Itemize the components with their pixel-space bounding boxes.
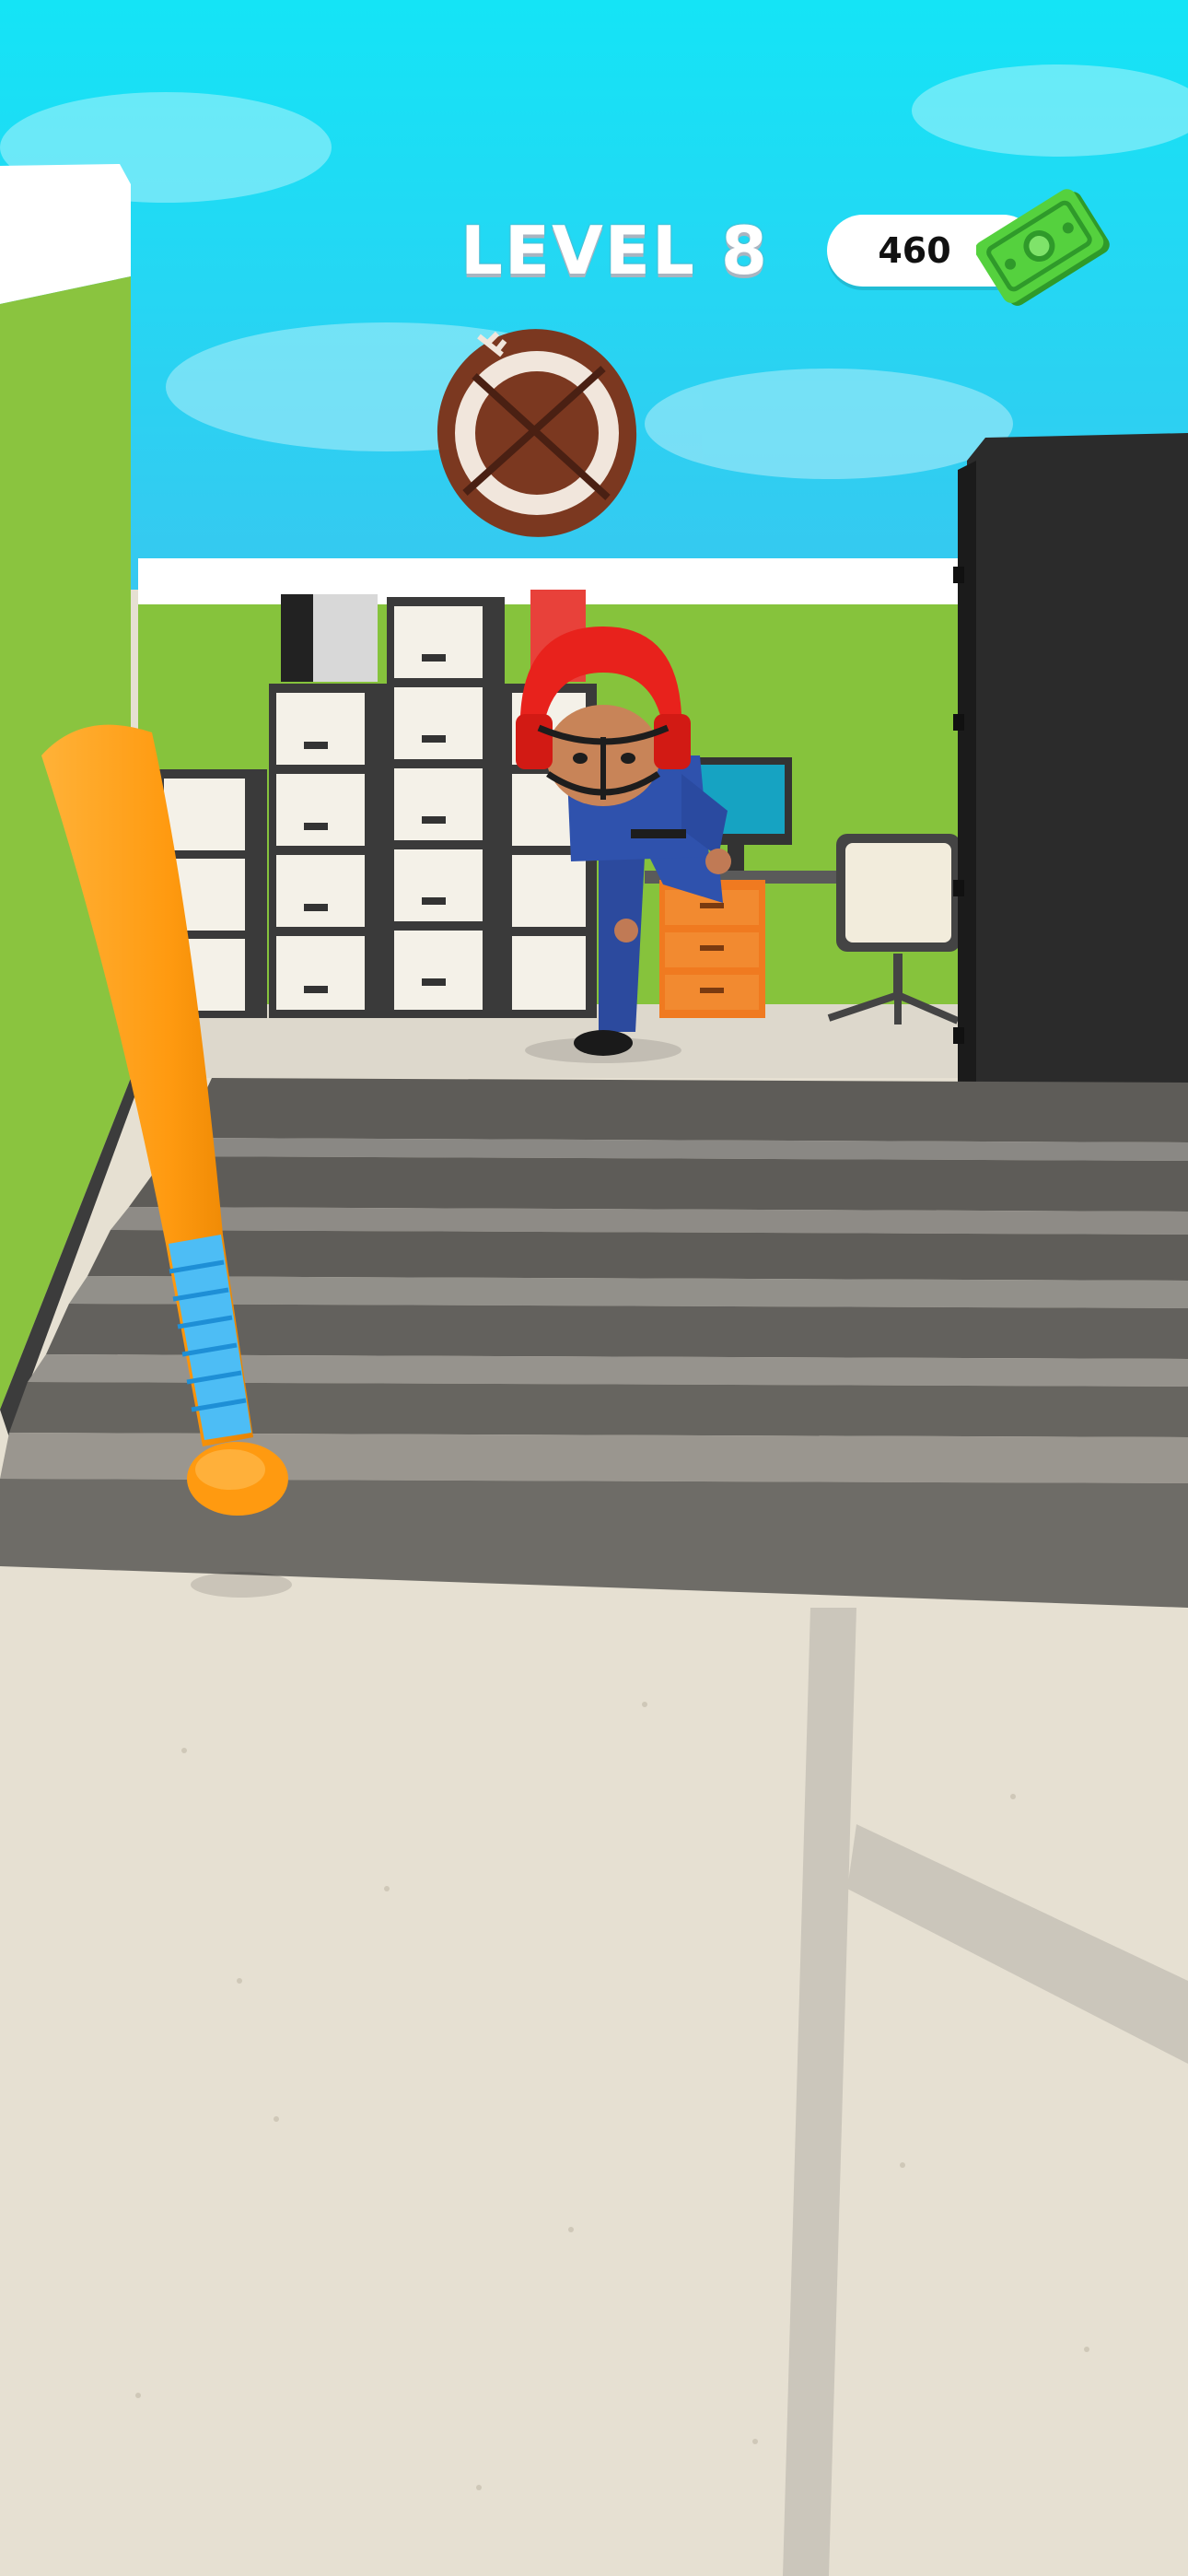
level-indicator: LEVEL 8 <box>460 212 770 289</box>
right-dark-wall <box>953 433 1188 1083</box>
game-scene[interactable] <box>0 0 1188 2576</box>
cash-bill-icon <box>976 189 1110 306</box>
